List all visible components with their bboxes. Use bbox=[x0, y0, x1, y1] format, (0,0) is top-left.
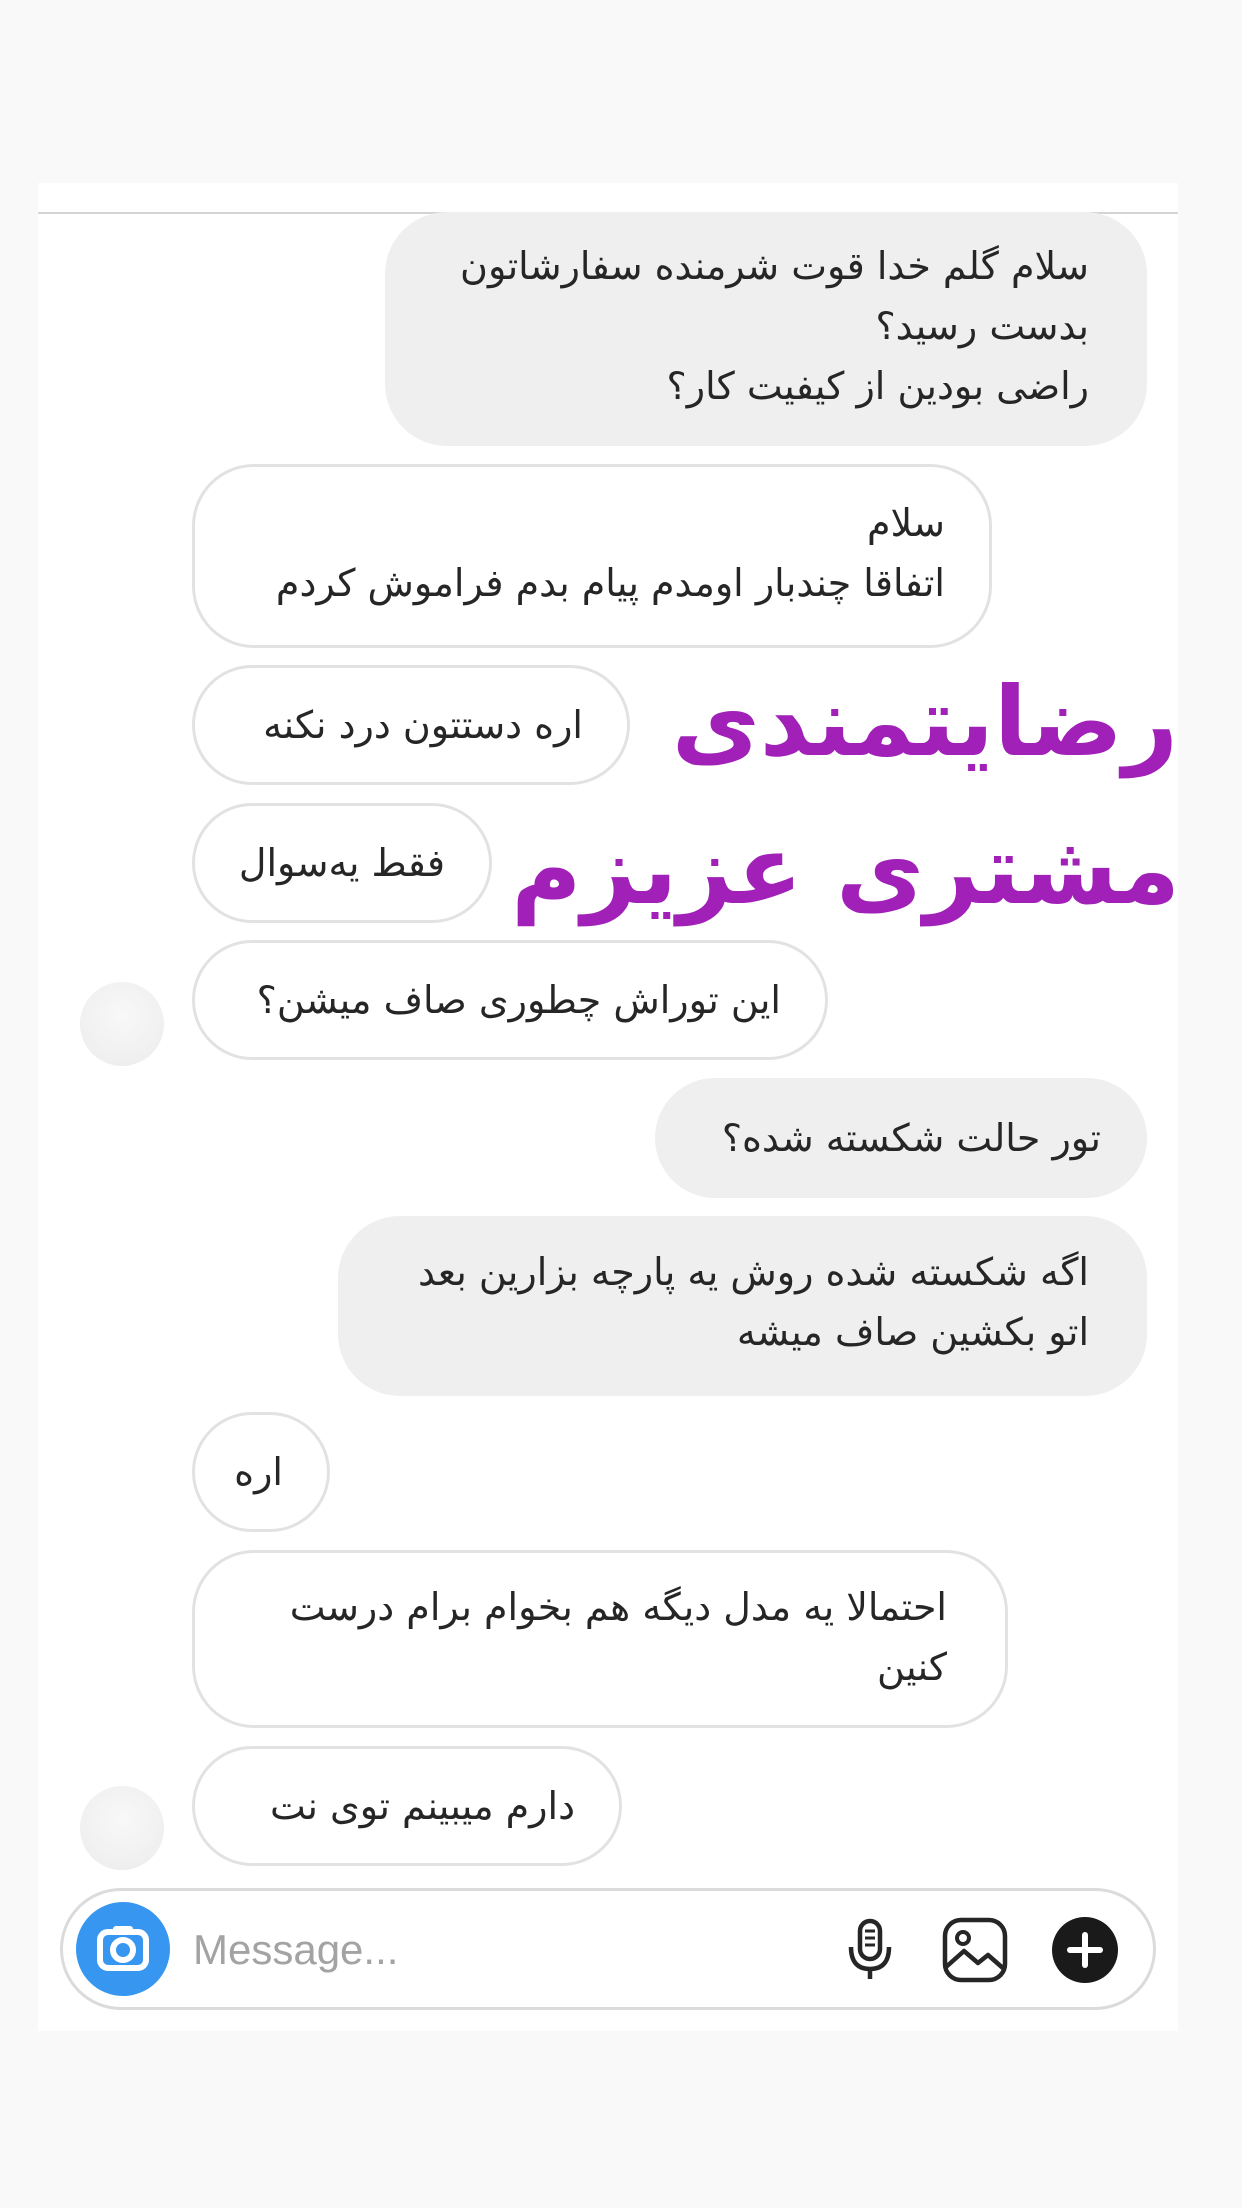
message-bubble-sent[interactable]: تور حالت شکسته شده؟ bbox=[655, 1078, 1147, 1198]
message-composer bbox=[60, 1888, 1156, 2010]
message-bubble-received[interactable]: فقط یه‌سوال bbox=[192, 803, 492, 923]
message-bubble-received[interactable]: سلام اتفاقا چندبار اومدم پیام بدم فراموش… bbox=[192, 464, 992, 648]
message-input[interactable] bbox=[193, 1919, 753, 1981]
camera-button[interactable] bbox=[76, 1902, 170, 1996]
sender-avatar bbox=[80, 982, 164, 1066]
overlay-title-line-1: رضایتمندی bbox=[671, 666, 1178, 778]
message-bubble-received[interactable]: این توراش چطوری صاف میشن؟ bbox=[192, 940, 828, 1060]
sender-avatar bbox=[80, 1786, 164, 1870]
overlay-title-line-2: مشتری عزیزم bbox=[511, 814, 1180, 926]
voice-message-button[interactable] bbox=[835, 1915, 905, 1985]
gallery-button[interactable] bbox=[940, 1915, 1010, 1985]
plus-icon bbox=[1052, 1917, 1118, 1983]
microphone-icon bbox=[848, 1918, 892, 1979]
add-button[interactable] bbox=[1050, 1915, 1120, 1985]
camera-icon bbox=[97, 1926, 149, 1971]
message-bubble-sent[interactable]: اگه شکسته شده روش یه پارچه بزارین بعد ات… bbox=[338, 1216, 1147, 1396]
message-bubble-sent[interactable]: سلام گلم خدا قوت شرمنده سفارشاتون بدست ر… bbox=[385, 212, 1147, 446]
message-bubble-received[interactable]: احتمالا یه مدل دیگه هم بخوام برام درست ک… bbox=[192, 1550, 1008, 1728]
gallery-icon bbox=[942, 1917, 1008, 1983]
message-bubble-received[interactable]: اره bbox=[192, 1412, 330, 1532]
screen: سلام گلم خدا قوت شرمنده سفارشاتون بدست ر… bbox=[0, 0, 1242, 2208]
message-bubble-received[interactable]: دارم میبینم توی نت bbox=[192, 1746, 622, 1866]
